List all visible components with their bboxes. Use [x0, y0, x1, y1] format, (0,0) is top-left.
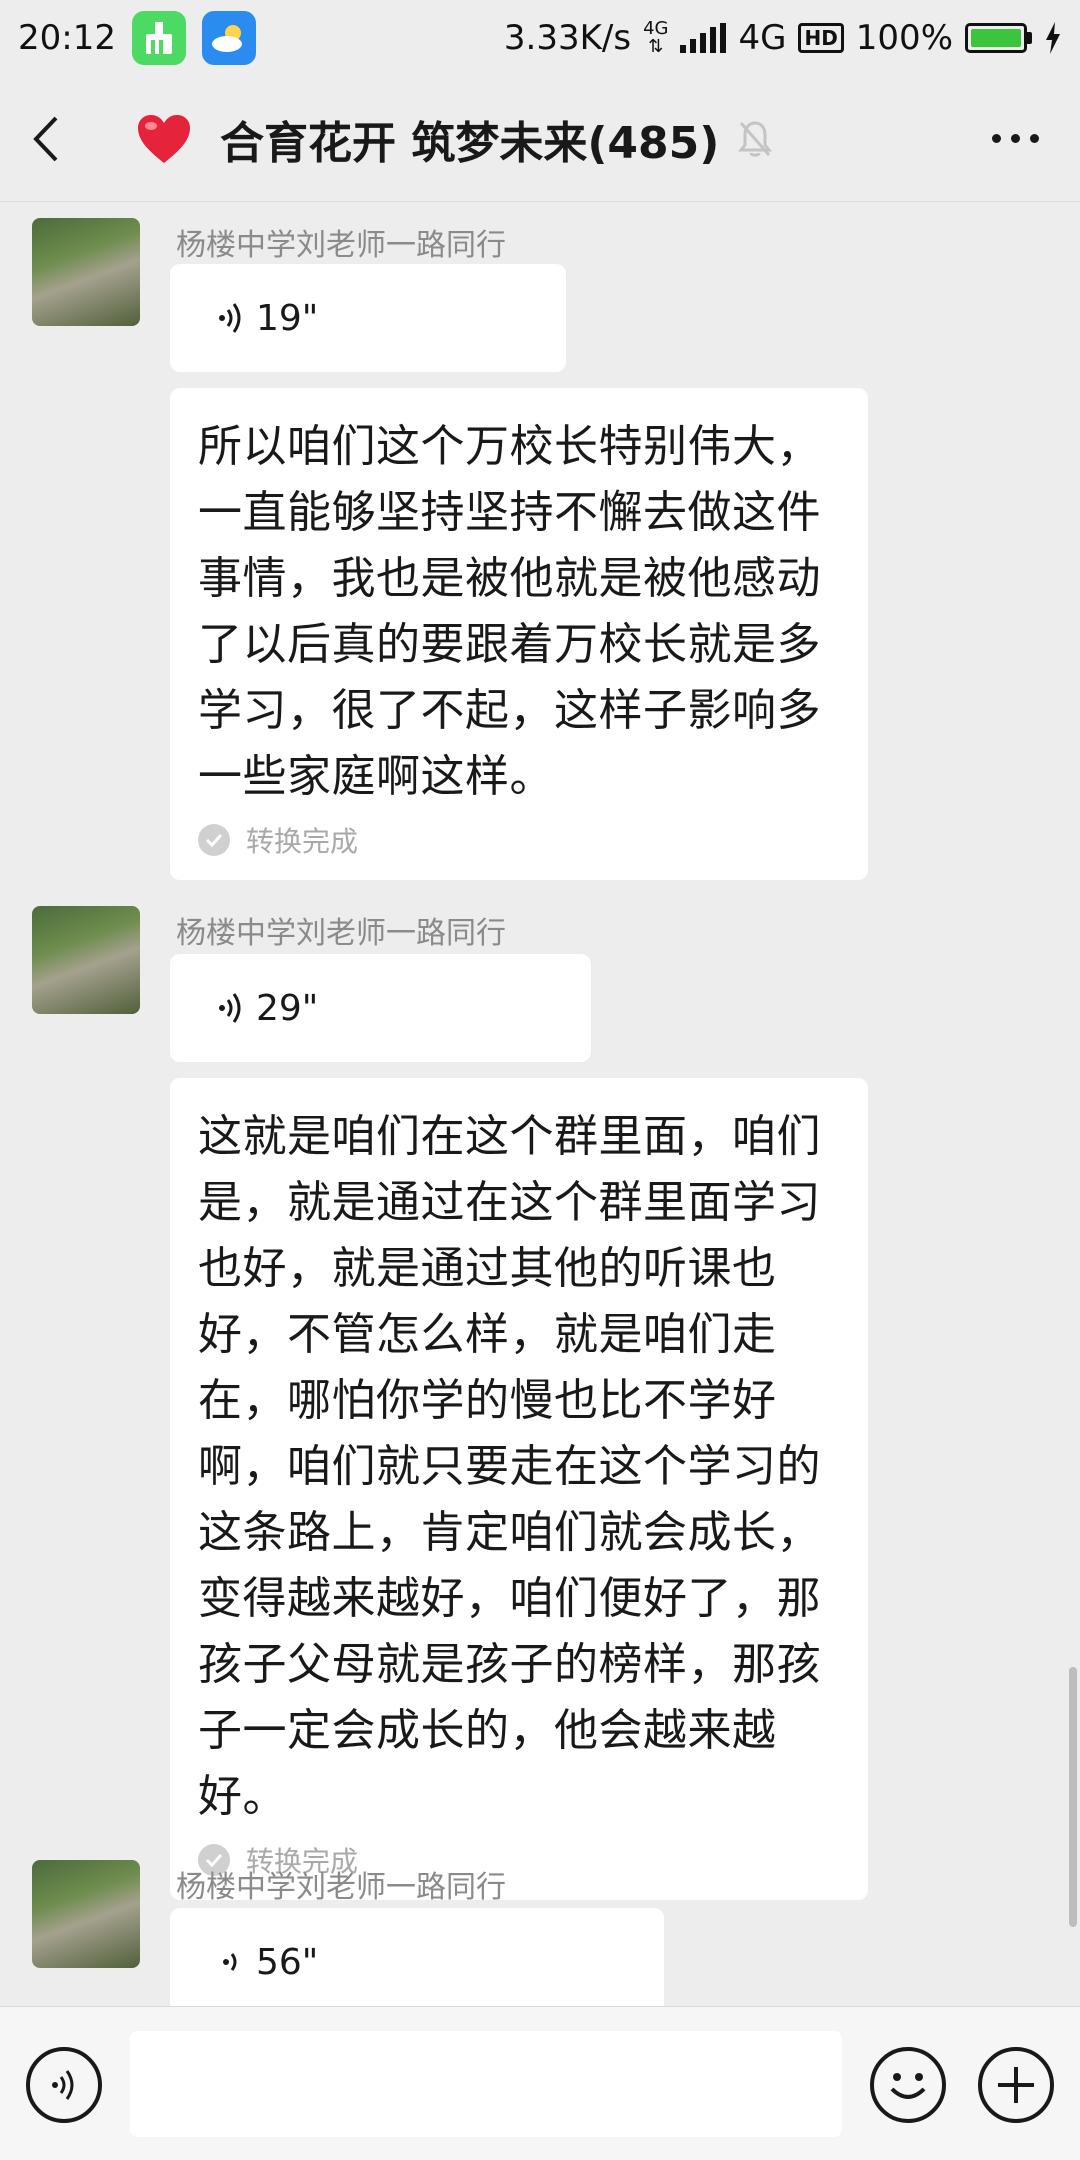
voice-wave-icon: [223, 1953, 237, 1971]
weather-app-icon: [201, 11, 256, 65]
status-time: 20:12: [18, 18, 116, 58]
transcript-text: 所以咱们这个万校长特别伟大，一直能够坚持坚持不懈去做这件事情，我也是被他就是被他…: [198, 421, 821, 802]
voice-wave-icon: [219, 993, 241, 1023]
check-circle-icon: [198, 824, 230, 856]
voice-duration: 56": [256, 1941, 319, 1983]
mute-bell-icon: [738, 120, 773, 157]
battery-icon: [965, 23, 1032, 53]
hd-badge: HD: [798, 23, 844, 53]
convert-status-text: 转换完成: [246, 825, 359, 858]
signal-icon: [680, 23, 727, 53]
sender-avatar[interactable]: [32, 218, 140, 326]
input-bar: [0, 2006, 1080, 2160]
chat-header: 合育花开 筑梦未来(485): [0, 76, 1080, 202]
sender-avatar[interactable]: [32, 1860, 140, 1968]
battery-fill: [971, 29, 1021, 47]
chat-title: 合育花开 筑梦未来(485): [220, 117, 720, 169]
status-bar: 20:12 3.33K/s 4G ⇅ 4G HD 100%: [0, 0, 1080, 76]
voice-message-bubble[interactable]: 19": [170, 264, 566, 372]
back-arrow-icon: [33, 116, 58, 161]
battery-percent: 100%: [855, 18, 953, 58]
emoji-icon: [890, 2073, 926, 2099]
net-speed: 3.33K/s: [503, 18, 632, 58]
scrollbar[interactable]: [1069, 1667, 1077, 1927]
sender-avatar[interactable]: [32, 906, 140, 1014]
voice-mode-icon: [52, 2070, 74, 2100]
data-arrows-icon: 4G ⇅: [643, 18, 669, 57]
voice-mode-button[interactable]: [26, 2047, 102, 2123]
transcript-text: 这就是咱们在这个群里面，咱们是，就是通过在这个群里面学习也好，就是通过其他的听课…: [198, 1111, 821, 1822]
more-button[interactable]: [980, 109, 1050, 169]
net-type: 4G: [738, 18, 787, 58]
voice-duration: 19": [256, 297, 319, 339]
sender-name: 杨楼中学刘老师一路同行: [176, 916, 506, 951]
convert-status: 转换完成: [198, 820, 840, 860]
transcript-bubble[interactable]: 所以咱们这个万校长特别伟大，一直能够坚持坚持不懈去做这件事情，我也是被他就是被他…: [170, 388, 868, 880]
sender-name: 杨楼中学刘老师一路同行: [176, 1870, 506, 1905]
plus-button[interactable]: [978, 2047, 1054, 2123]
back-button[interactable]: [30, 109, 80, 169]
voice-duration: 29": [256, 987, 319, 1029]
plus-icon: [998, 2067, 1034, 2103]
voice-wave-icon: [219, 303, 241, 333]
charging-icon: [1046, 22, 1060, 54]
sender-name: 杨楼中学刘老师一路同行: [176, 228, 506, 263]
more-icon: [991, 134, 1001, 143]
transcript-bubble[interactable]: 这就是咱们在这个群里面，咱们是，就是通过在这个群里面学习也好，就是通过其他的听课…: [170, 1078, 868, 1900]
voice-message-bubble[interactable]: 29": [170, 954, 591, 1062]
message-input[interactable]: [130, 2031, 842, 2137]
heart-icon: [138, 114, 190, 163]
cleaner-app-icon: [131, 11, 186, 65]
voice-message-bubble[interactable]: 56": [170, 1908, 664, 2006]
emoji-button[interactable]: [870, 2047, 946, 2123]
chat-messages[interactable]: 杨楼中学刘老师一路同行 19" 所以咱们这个万校长特别伟大，一直能够坚持坚持不懈…: [0, 202, 1080, 2006]
